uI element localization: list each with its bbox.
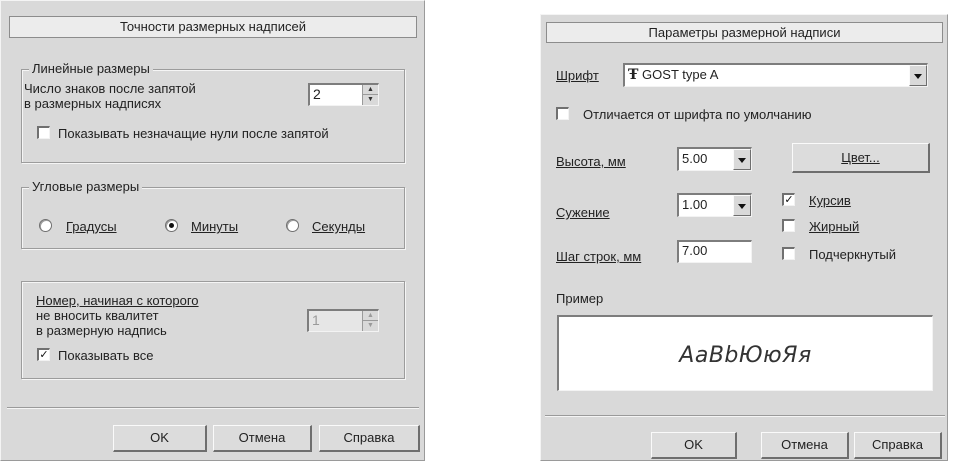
spin-up-icon[interactable]: ▲ [363, 85, 378, 95]
height-value: 5.00 [682, 151, 708, 166]
italic-checkbox[interactable]: ✓ [782, 193, 795, 206]
dialog-title: Точности размерных надписей [9, 16, 417, 38]
help-button[interactable]: Справка [319, 425, 420, 452]
differs-checkbox[interactable] [556, 107, 569, 120]
radio-degrees-label: Градусы [66, 219, 117, 234]
radio-minutes-label: Минуты [191, 219, 239, 234]
sample-text: АаВbЮюЯя [679, 343, 812, 368]
spin-up-icon[interactable]: ▲ [363, 311, 378, 321]
bold-label: Жирный [809, 219, 860, 234]
cancel-button[interactable]: Отмена [213, 425, 312, 452]
spin-buttons[interactable]: ▲ ▼ [362, 85, 378, 105]
divider [7, 407, 419, 409]
color-button-label: Цвет... [841, 150, 880, 165]
chevron-down-icon[interactable] [733, 149, 751, 170]
angular-dimensions-group: Угловые размеры Градусы Минуты Секунды [21, 179, 405, 249]
tolerance-value: 1 [312, 312, 320, 328]
group-legend: Угловые размеры [29, 179, 143, 195]
height-label: Высота, мм [556, 154, 626, 169]
spin-down-icon[interactable]: ▼ [363, 95, 378, 105]
ok-button[interactable]: OK [651, 432, 737, 459]
narrowing-label: Сужение [556, 205, 610, 220]
bold-checkbox[interactable] [782, 219, 795, 232]
truetype-font-icon: Ŧ [628, 67, 639, 83]
tolerance-label-line3: в размерную надпись [36, 323, 167, 338]
chevron-down-icon[interactable] [909, 65, 927, 86]
font-dropdown[interactable]: Ŧ GOST type A [623, 63, 928, 87]
underline-checkbox[interactable] [782, 247, 795, 260]
ok-button[interactable]: OK [113, 425, 207, 452]
decimals-spinbox[interactable]: 2 ▲ ▼ [308, 83, 379, 106]
underline-label: Подчеркнутый [809, 247, 897, 262]
tolerance-label-line2: не вносить квалитет [36, 308, 159, 323]
chevron-down-icon[interactable] [733, 195, 751, 216]
narrowing-value: 1.00 [682, 197, 708, 212]
radio-seconds-label: Секунды [312, 219, 366, 234]
spin-buttons[interactable]: ▲ ▼ [362, 311, 378, 331]
font-value: GOST type A [642, 67, 719, 82]
italic-label: Курсив [809, 193, 851, 208]
cancel-button[interactable]: Отмена [761, 432, 849, 459]
sample-preview: АаВbЮюЯя [557, 315, 933, 391]
sample-label: Пример [556, 291, 604, 306]
precision-dialog: Точности размерных надписей Линейные раз… [0, 0, 425, 461]
color-button[interactable]: Цвет... [792, 143, 930, 173]
radio-minutes[interactable] [165, 219, 178, 232]
differs-label: Отличается от шрифта по умолчанию [583, 107, 812, 122]
line-step-value: 7.00 [682, 243, 708, 258]
divider [545, 415, 945, 417]
height-dropdown[interactable]: 5.00 [677, 147, 752, 171]
line-step-input[interactable]: 7.00 [677, 240, 752, 263]
show-zeros-label: Показывать незначащие нули после запятой [58, 126, 329, 141]
font-label: Шрифт [556, 68, 599, 83]
decimals-label-line1: Число знаков после запятой [24, 81, 196, 96]
tolerance-label-line1: Номер, начиная с которого [36, 293, 199, 308]
show-zeros-checkbox[interactable] [37, 126, 50, 139]
radio-degrees[interactable] [39, 219, 52, 232]
show-all-checkbox[interactable]: ✓ [37, 348, 50, 361]
dialog-title: Параметры размерной надписи [546, 22, 943, 43]
tolerance-spinbox[interactable]: 1 ▲ ▼ [307, 309, 379, 332]
dimension-text-params-dialog: Параметры размерной надписи Шрифт Ŧ GOST… [540, 14, 948, 461]
line-step-label: Шаг строк, мм [556, 249, 642, 264]
linear-dimensions-group: Линейные размеры Число знаков после запя… [21, 61, 405, 163]
decimals-value: 2 [313, 86, 321, 102]
tolerance-group: Номер, начиная с которого не вносить ква… [21, 281, 405, 379]
help-button[interactable]: Справка [854, 432, 942, 459]
radio-seconds[interactable] [286, 219, 299, 232]
show-all-label: Показывать все [58, 348, 154, 363]
group-legend: Линейные размеры [29, 61, 153, 77]
decimals-label-line2: в размерных надписях [24, 96, 162, 111]
spin-down-icon[interactable]: ▼ [363, 321, 378, 331]
narrowing-dropdown[interactable]: 1.00 [677, 193, 752, 217]
